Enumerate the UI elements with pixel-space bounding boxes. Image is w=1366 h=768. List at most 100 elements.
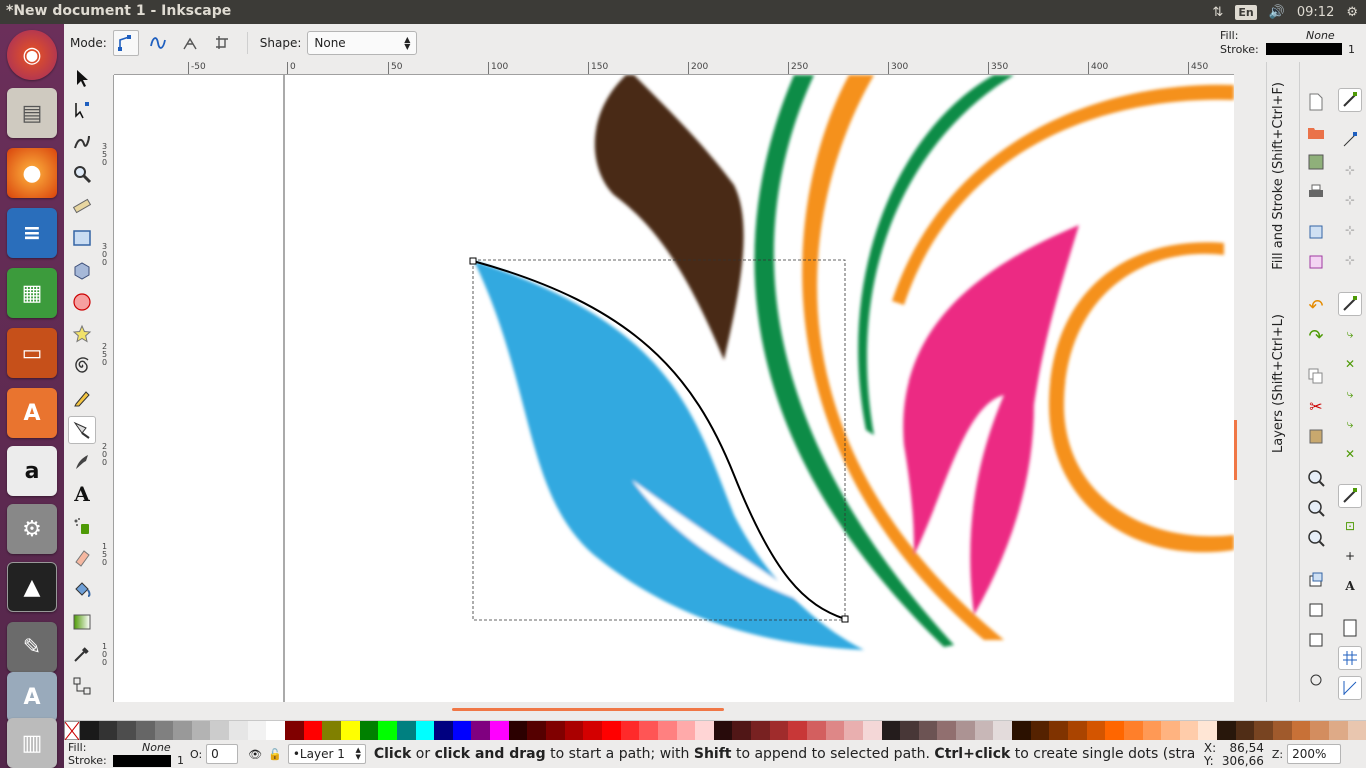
spiro-mode-button[interactable] (145, 30, 171, 56)
import-icon[interactable] (1304, 220, 1328, 244)
gradient-tool-icon[interactable] (68, 608, 96, 636)
save-icon[interactable] (1304, 150, 1328, 174)
xml-editor-icon[interactable] (1304, 668, 1328, 692)
network-icon[interactable]: ⇅ (1212, 5, 1223, 20)
palette-swatch[interactable] (191, 721, 211, 740)
drawing-canvas[interactable] (114, 75, 1234, 702)
status-style-indicator[interactable]: Fill: None Stroke: 1 (64, 741, 184, 767)
paste-icon[interactable] (1304, 424, 1328, 448)
files-icon[interactable]: ▤ (7, 88, 57, 138)
horizontal-ruler[interactable]: -50 0 50 100 150 200 250 300 350 400 450 (114, 62, 1234, 75)
palette-swatch[interactable] (1198, 721, 1218, 740)
tweak-tool-icon[interactable] (68, 128, 96, 156)
node-tool-icon[interactable] (68, 96, 96, 124)
palette-swatch[interactable] (1142, 721, 1162, 740)
palette-swatch[interactable] (695, 721, 714, 740)
palette-swatch[interactable] (135, 721, 155, 740)
horizontal-scrollbar[interactable] (114, 702, 1234, 716)
palette-swatch[interactable] (900, 721, 919, 740)
snap-midpoint-icon[interactable]: ✕ (1338, 442, 1362, 466)
regular-bezier-mode-button[interactable] (112, 30, 139, 56)
shape-select[interactable]: None ▲ ▼ (307, 31, 418, 55)
palette-swatch[interactable] (862, 721, 882, 740)
snap-rotation-center-icon[interactable]: + (1338, 544, 1362, 568)
measure-tool-icon[interactable] (68, 192, 96, 220)
palette-swatch[interactable] (956, 721, 975, 740)
eraser-tool-icon[interactable] (68, 544, 96, 572)
palette-swatch[interactable] (359, 721, 379, 740)
palette-swatch[interactable] (657, 721, 677, 740)
snap-bbox-corner-icon[interactable]: ⊹ (1338, 188, 1362, 212)
palette-swatch[interactable] (937, 721, 957, 740)
snap-cusp-icon[interactable]: ⤷ (1338, 382, 1362, 406)
inkscape-icon[interactable]: ▲ (7, 562, 57, 612)
palette-swatch[interactable] (788, 721, 807, 740)
palette-swatch[interactable] (1217, 721, 1236, 740)
system-settings-icon[interactable]: ⚙ (7, 504, 57, 554)
palette-swatch[interactable] (974, 721, 994, 740)
hscroll-thumb[interactable] (452, 708, 724, 711)
palette-swatch[interactable] (1254, 721, 1273, 740)
keyboard-layout-indicator[interactable]: En (1235, 4, 1257, 20)
copy-icon[interactable] (1304, 364, 1328, 388)
palette-swatch[interactable] (322, 721, 341, 740)
redo-icon[interactable]: ↷ (1304, 324, 1328, 348)
palette-swatch[interactable] (154, 721, 174, 740)
palette-swatch[interactable] (918, 721, 938, 740)
zoom-selection-icon[interactable] (1304, 466, 1328, 490)
snap-bbox-center-icon[interactable]: ⊹ (1338, 248, 1362, 272)
palette-swatch[interactable] (1347, 721, 1366, 740)
snap-guide-icon[interactable] (1338, 676, 1362, 700)
palette-swatch[interactable] (583, 721, 602, 740)
palette-swatch[interactable] (639, 721, 658, 740)
gimp-icon[interactable]: ✎ (7, 622, 57, 672)
palette-swatch[interactable] (881, 721, 901, 740)
rectangle-tool-icon[interactable] (68, 224, 96, 252)
palette-swatch[interactable] (98, 721, 118, 740)
undo-icon[interactable]: ↶ (1304, 294, 1328, 318)
calc-icon[interactable]: ▦ (7, 268, 57, 318)
palette-swatch[interactable] (340, 721, 360, 740)
clock[interactable]: 09:12 (1297, 5, 1334, 20)
palette-swatch[interactable] (1235, 721, 1255, 740)
palette-swatch[interactable] (620, 721, 640, 740)
dropper-tool-icon[interactable] (68, 640, 96, 668)
impress-icon[interactable]: ▭ (7, 328, 57, 378)
paint-bucket-tool-icon[interactable] (68, 576, 96, 604)
snap-text-baseline-icon[interactable]: A (1338, 574, 1362, 598)
snap-grid-icon[interactable] (1338, 646, 1362, 670)
zoom-input[interactable]: 200% (1287, 744, 1342, 764)
snap-intersections-icon[interactable]: ✕ (1338, 352, 1362, 376)
palette-swatch[interactable] (751, 721, 770, 740)
duplicate-icon[interactable] (1304, 568, 1328, 592)
palette-swatch[interactable] (1086, 721, 1106, 740)
tab-layers[interactable]: Layers (Shift+Ctrl+L) (1271, 314, 1286, 453)
paraxial-mode-button[interactable] (177, 30, 203, 56)
selector-tool-icon[interactable] (68, 64, 96, 92)
vscroll-thumb[interactable] (1234, 420, 1237, 480)
spray-tool-icon[interactable] (68, 512, 96, 540)
snap-bbox-edge-icon[interactable]: ⊹ (1338, 158, 1362, 182)
volume-icon[interactable]: 🔊 (1269, 5, 1285, 20)
palette-swatch[interactable] (173, 721, 192, 740)
palette-swatch[interactable] (844, 721, 863, 740)
pen-tool-icon[interactable] (68, 416, 96, 444)
palette-swatch[interactable] (415, 721, 435, 740)
snap-paths-icon[interactable]: ⤷ (1338, 322, 1362, 346)
update-manager-icon[interactable]: A (7, 672, 57, 722)
vertical-scrollbar[interactable] (1234, 75, 1248, 702)
ubuntu-dash-icon[interactable]: ◉ (7, 30, 57, 80)
calligraphy-tool-icon[interactable] (68, 448, 96, 476)
zoom-drawing-icon[interactable] (1304, 496, 1328, 520)
cut-icon[interactable]: ✂ (1304, 394, 1328, 418)
palette-swatch[interactable] (546, 721, 565, 740)
palette-swatch[interactable] (490, 721, 509, 740)
palette-swatch[interactable] (266, 721, 286, 740)
clone-icon[interactable] (1304, 598, 1328, 622)
stroke-swatch[interactable] (1266, 43, 1342, 55)
palette-swatch[interactable] (471, 721, 491, 740)
snap-bbox-midpoint-icon[interactable]: ⊹ (1338, 218, 1362, 242)
ellipse-tool-icon[interactable] (68, 288, 96, 316)
palette-swatch[interactable] (210, 721, 230, 740)
palette-swatch[interactable] (1310, 721, 1329, 740)
